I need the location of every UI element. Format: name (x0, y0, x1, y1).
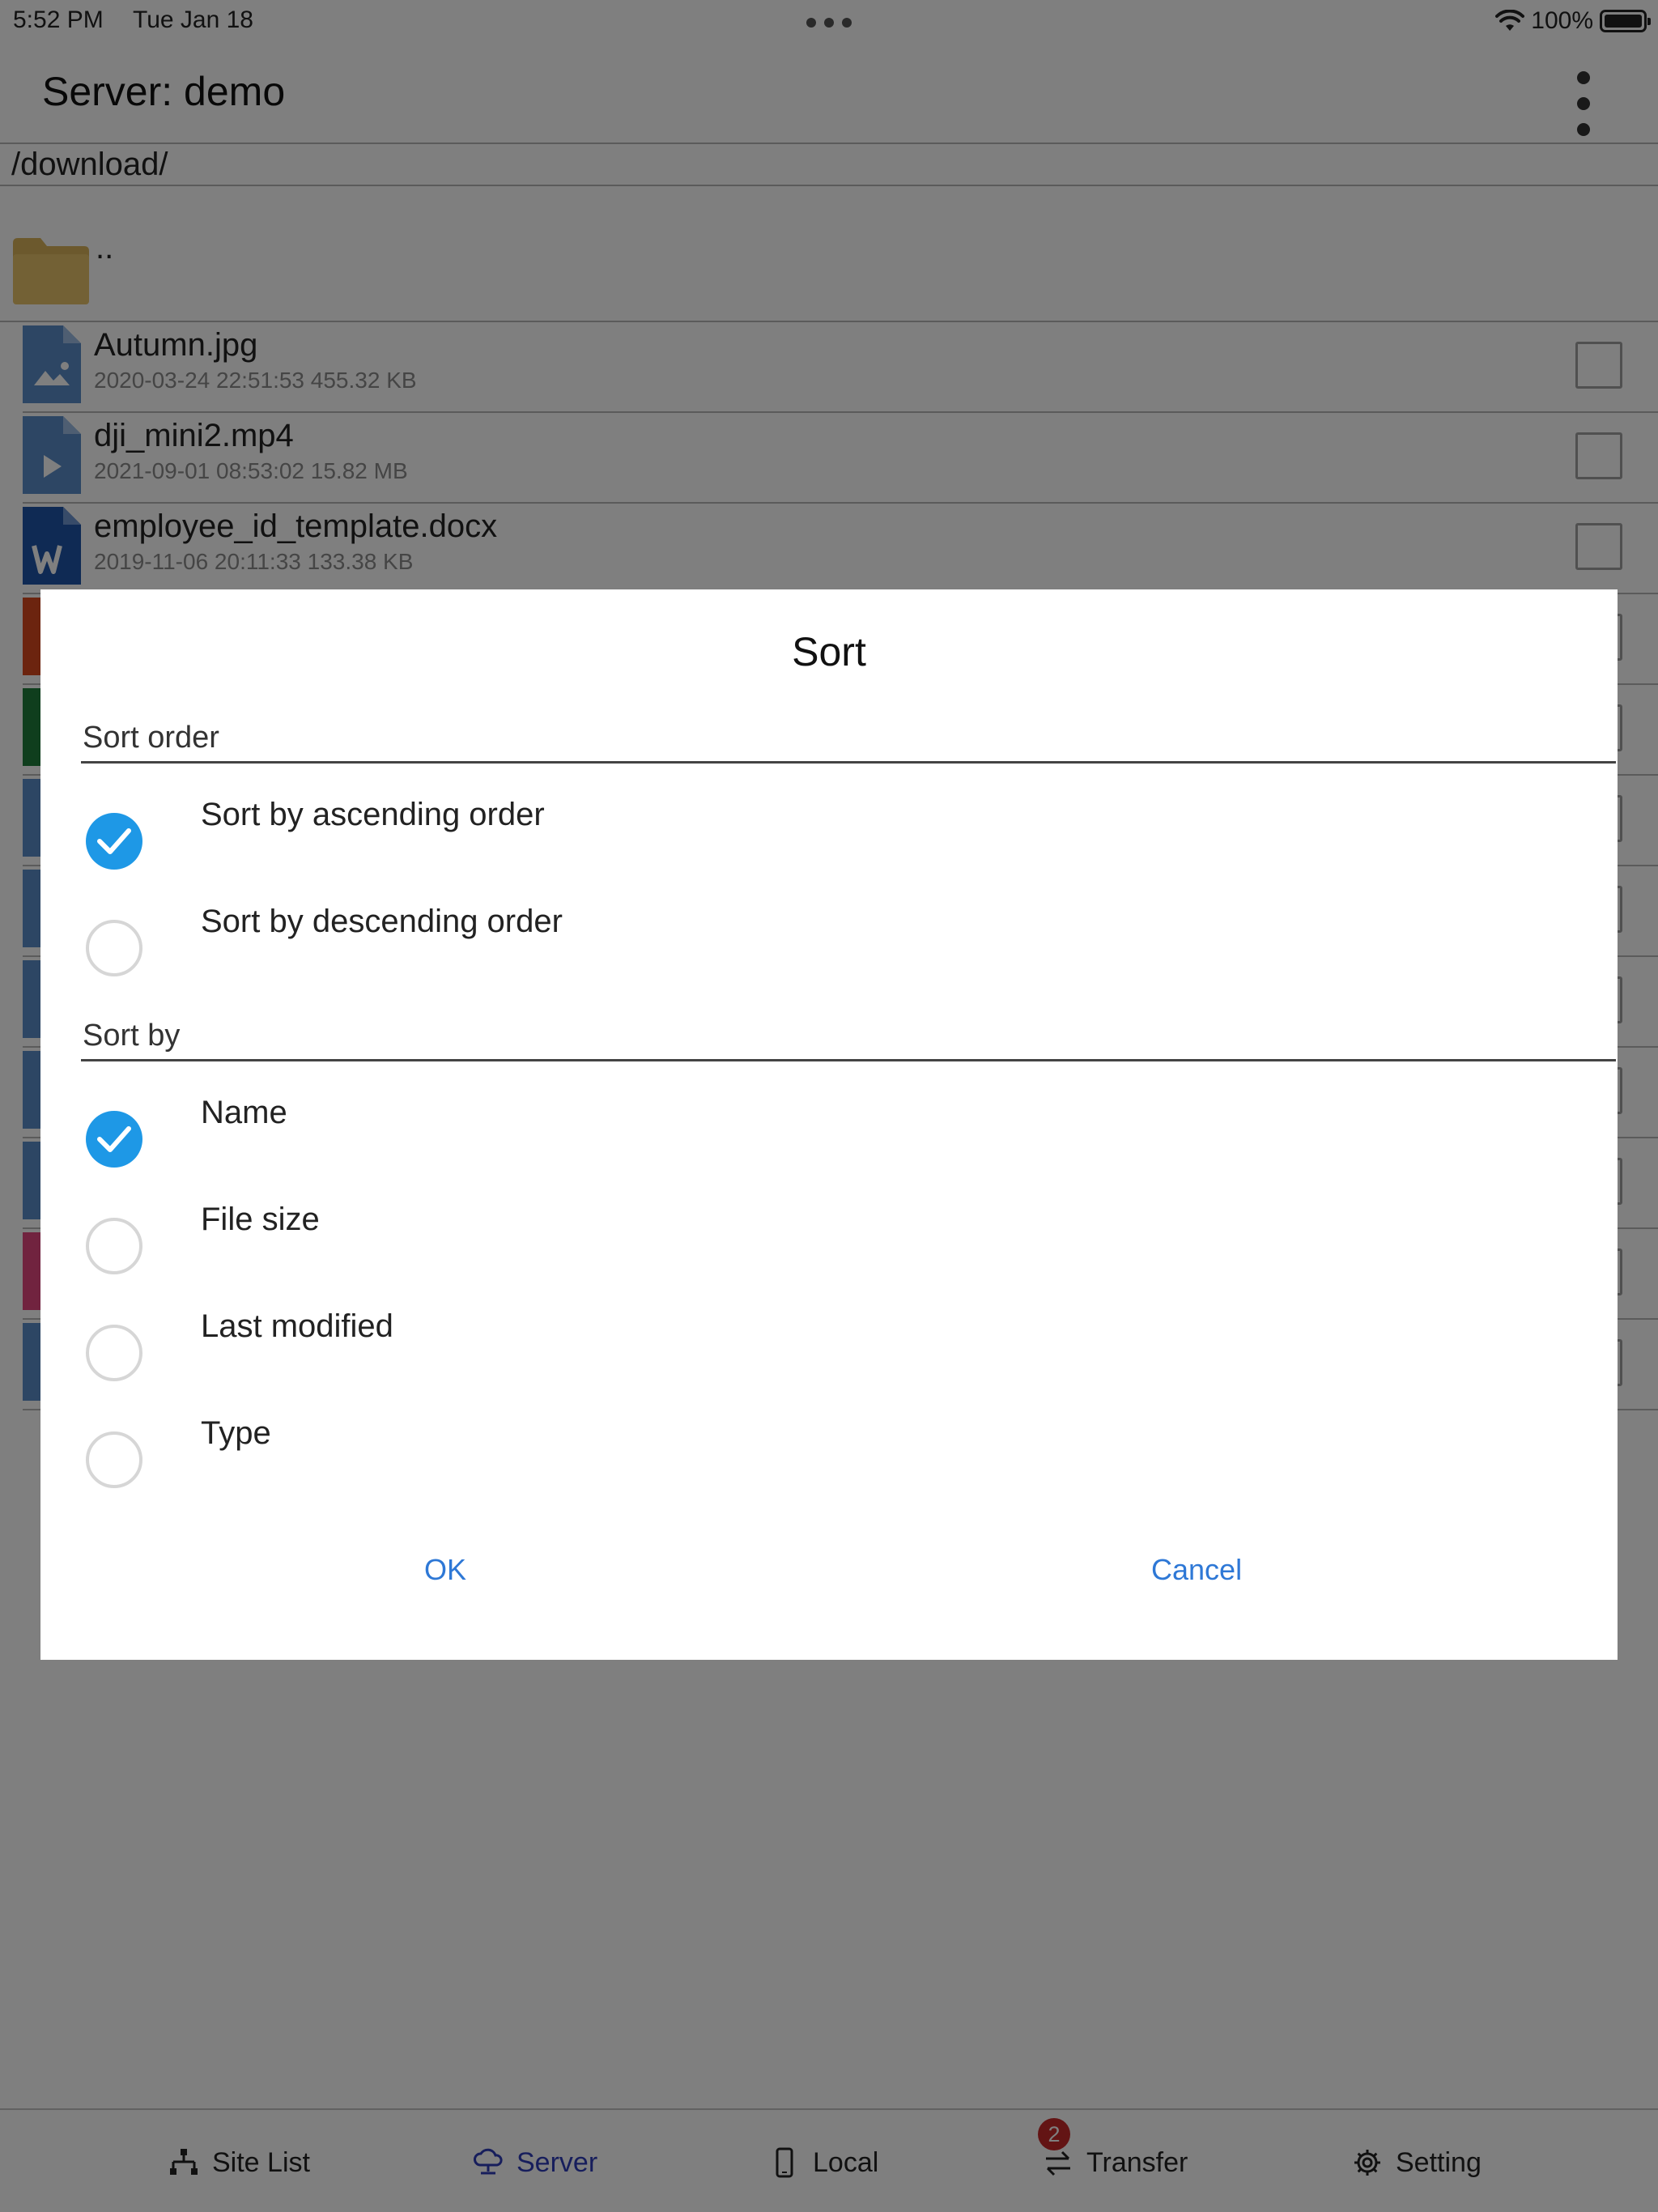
option-label: Last modified (201, 1308, 393, 1344)
radio-unchecked-icon[interactable] (86, 1218, 142, 1274)
option-label: Name (201, 1095, 287, 1130)
option-label: Sort by descending order (201, 904, 563, 939)
option-label: Type (201, 1415, 271, 1451)
sort-dialog: Sort Sort order Sort by ascending order … (40, 589, 1618, 1660)
radio-unchecked-icon[interactable] (86, 1325, 142, 1381)
radio-descending[interactable]: Sort by descending order (86, 904, 1543, 1001)
radio-file-size[interactable]: File size (86, 1202, 1543, 1299)
ok-button[interactable]: OK (424, 1553, 466, 1587)
divider (81, 761, 1616, 764)
radio-last-modified[interactable]: Last modified (86, 1308, 1543, 1406)
radio-ascending[interactable]: Sort by ascending order (86, 797, 1543, 894)
sort-by-label: Sort by (83, 1019, 181, 1053)
sort-order-label: Sort order (83, 721, 219, 755)
radio-checked-icon[interactable] (86, 813, 142, 870)
cancel-button[interactable]: Cancel (1151, 1553, 1242, 1587)
radio-name[interactable]: Name (86, 1095, 1543, 1192)
radio-type[interactable]: Type (86, 1415, 1543, 1512)
dialog-title: Sort (792, 629, 866, 674)
divider (81, 1059, 1616, 1061)
radio-checked-icon[interactable] (86, 1111, 142, 1168)
radio-unchecked-icon[interactable] (86, 920, 142, 976)
option-label: File size (201, 1202, 320, 1237)
radio-unchecked-icon[interactable] (86, 1431, 142, 1488)
option-label: Sort by ascending order (201, 797, 545, 832)
